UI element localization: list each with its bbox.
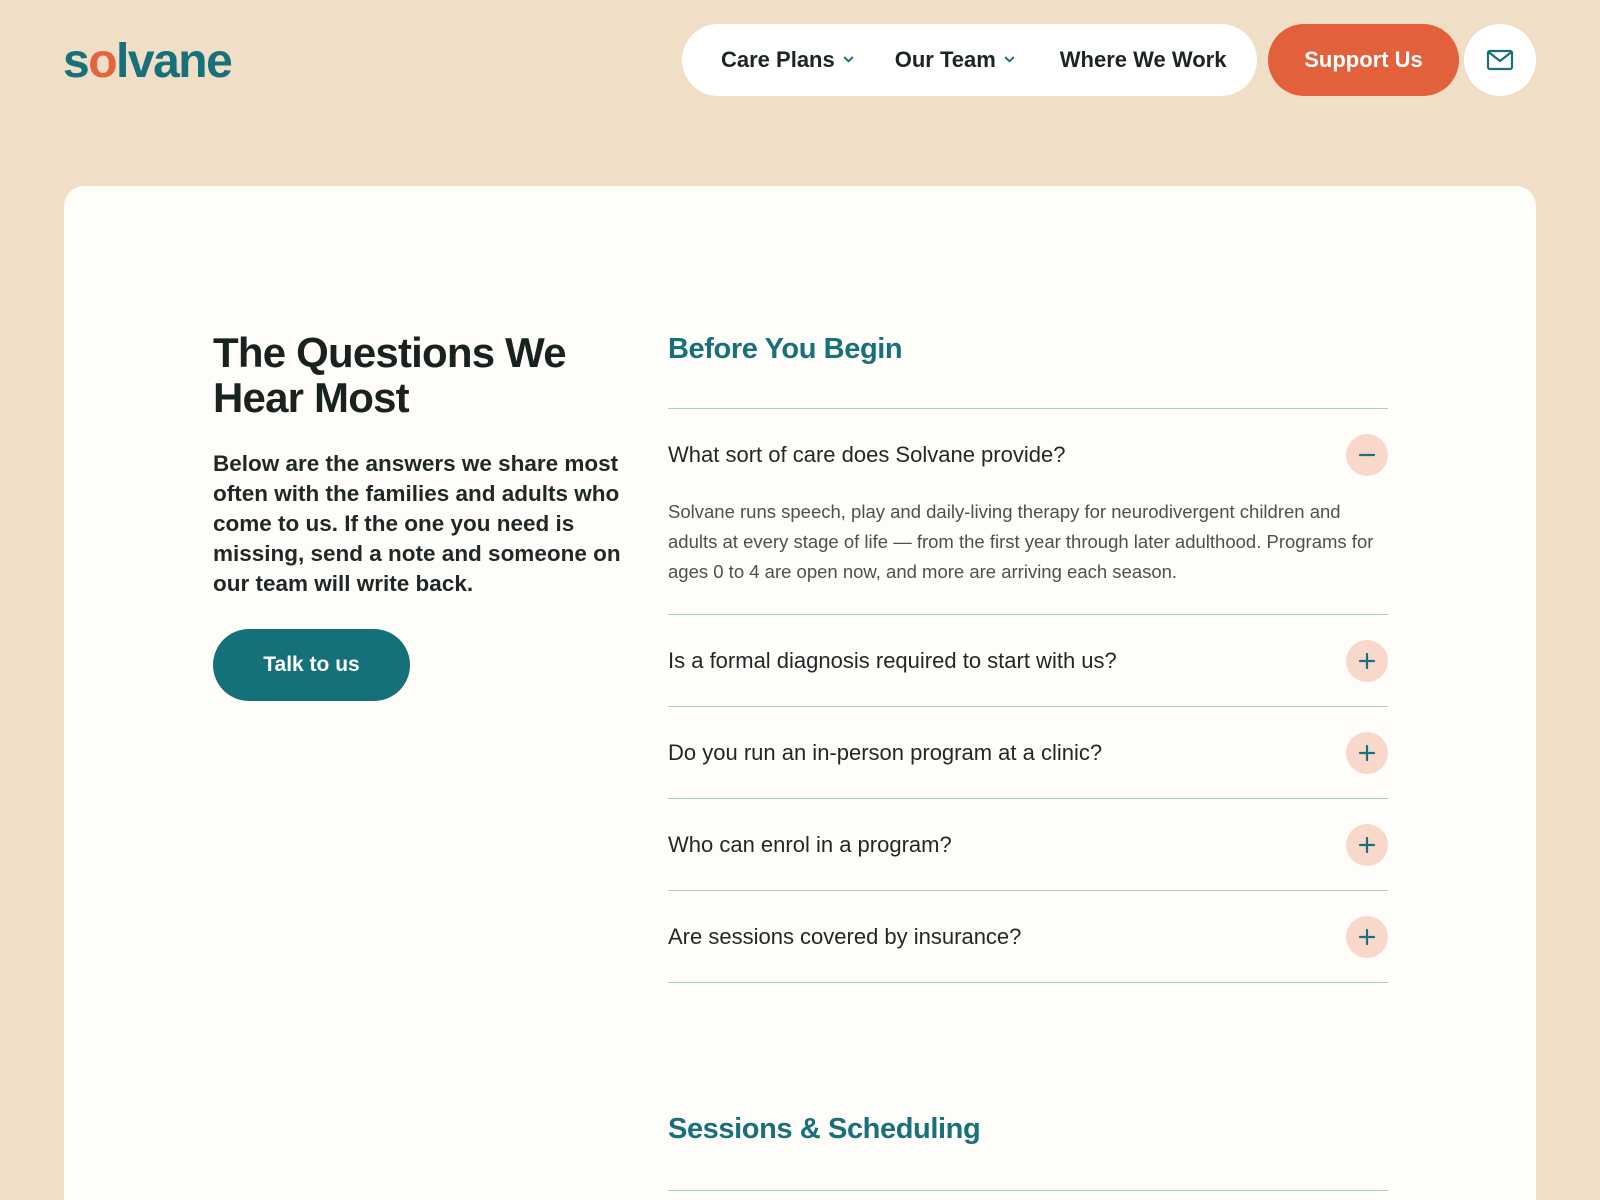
faq-question: What sort of care does Solvane provide? bbox=[668, 442, 1066, 467]
page-title: The Questions We Hear Most bbox=[213, 329, 567, 421]
mail-button[interactable] bbox=[1464, 24, 1536, 96]
nav-item-label: Care Plans bbox=[721, 47, 835, 72]
logo[interactable]: solvane bbox=[63, 34, 233, 90]
faq-question: Do you run an in-person program at a cli… bbox=[668, 739, 1103, 765]
chevron-down-icon bbox=[843, 56, 854, 62]
plus-icon bbox=[1358, 928, 1376, 945]
logo-text-accent: o bbox=[88, 35, 117, 88]
support-us-button[interactable]: Support Us bbox=[1268, 24, 1459, 96]
chevron-down-icon bbox=[1004, 56, 1015, 62]
nav-item-our-team[interactable]: Our Team bbox=[895, 47, 1016, 73]
faq-question-toggle[interactable]: Do you run an in-person program at a cli… bbox=[668, 707, 1388, 798]
main-nav: Care Plans Our Team Where We Work bbox=[682, 24, 1257, 96]
section-title-before-you-begin: Before You Begin bbox=[668, 333, 903, 365]
faq-question-toggle[interactable]: What sort of care does Solvane provide? bbox=[668, 409, 1388, 501]
nav-item-care-plans[interactable]: Care Plans bbox=[721, 47, 855, 73]
expand-button[interactable] bbox=[1346, 915, 1388, 958]
faq-item: Are sessions covered by insurance? bbox=[668, 891, 1388, 983]
plus-icon bbox=[1358, 836, 1376, 853]
faq-question: Who can enrol in a program? bbox=[668, 831, 952, 857]
faq-card: The Questions We Hear Most Below are the… bbox=[64, 186, 1536, 1200]
nav-item-label: Where We Work bbox=[1059, 47, 1227, 72]
faq-question-toggle[interactable]: Is a formal diagnosis required to start … bbox=[668, 615, 1388, 706]
section-title-sessions-scheduling: Sessions & Scheduling bbox=[668, 1113, 981, 1145]
faq-item: Is a formal diagnosis required to start … bbox=[668, 615, 1388, 707]
minus-icon bbox=[1358, 453, 1376, 457]
talk-to-us-button[interactable]: Talk to us bbox=[213, 629, 410, 701]
collapse-button[interactable] bbox=[1346, 434, 1388, 476]
faq-question-toggle[interactable]: Who can enrol in a program? bbox=[668, 799, 1388, 890]
expand-button[interactable] bbox=[1346, 639, 1388, 682]
page: solvane Care Plans Our Team Where We Wor… bbox=[0, 0, 1600, 1200]
faq-item: Do you run an in-person program at a cli… bbox=[668, 707, 1388, 799]
mail-icon bbox=[1486, 49, 1514, 71]
faq-question: Is a formal diagnosis required to start … bbox=[668, 647, 1117, 673]
logo-text-end: lvane bbox=[116, 35, 233, 88]
faq-question-toggle[interactable]: Are sessions covered by insurance? bbox=[668, 891, 1388, 982]
faq-question: Are sessions covered by insurance? bbox=[668, 923, 1022, 949]
logo-text-start: s bbox=[63, 35, 90, 88]
plus-icon bbox=[1358, 652, 1376, 669]
nav-item-label: Our Team bbox=[894, 47, 996, 72]
faq-item: Who can enrol in a program? bbox=[668, 799, 1388, 891]
expand-button[interactable] bbox=[1346, 823, 1388, 866]
expand-button[interactable] bbox=[1346, 731, 1388, 774]
faq-answer: Solvane runs speech, play and daily-livi… bbox=[668, 501, 1374, 582]
nav-item-where-we-work[interactable]: Where We Work bbox=[1060, 47, 1227, 73]
plus-icon bbox=[1358, 744, 1376, 761]
divider bbox=[668, 1190, 1388, 1191]
faq-item: What sort of care does Solvane provide? … bbox=[668, 409, 1388, 615]
intro-text: Below are the answers we share most ofte… bbox=[213, 451, 621, 596]
faq-list: What sort of care does Solvane provide? … bbox=[668, 408, 1388, 983]
